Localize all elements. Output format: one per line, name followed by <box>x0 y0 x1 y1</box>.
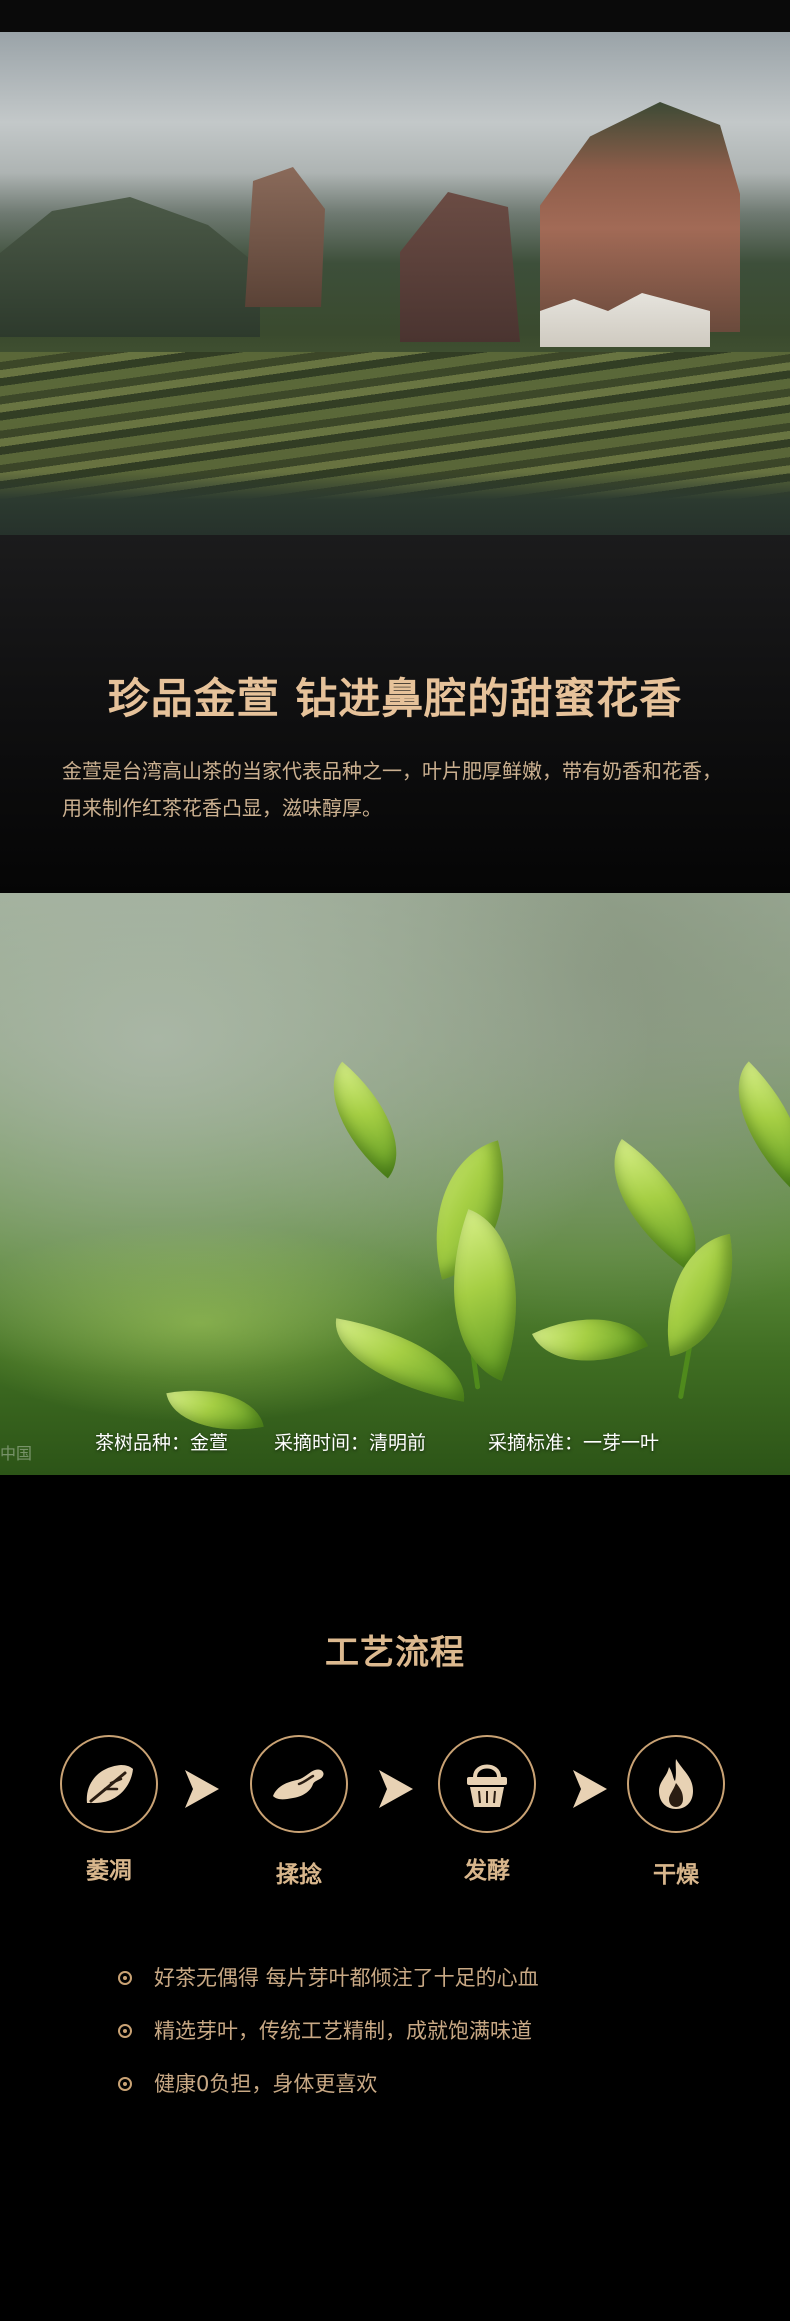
process-step-rolling: 揉捻 <box>250 1735 348 1888</box>
step-label: 萎凋 <box>86 1858 132 1884</box>
process-step-fermentation: 发酵 <box>438 1735 536 1884</box>
intro-headline: 珍品金萱 钻进鼻腔的甜蜜花香 <box>107 674 683 723</box>
process-section: 工艺流程 萎凋 揉捻 发酵 干燥 好茶无偶得 每片芽叶都倾注了十足的心血 精选芽… <box>0 1475 790 2321</box>
tea-info-caption: 茶树品种：金萱 采摘时间：清明前 采摘标准：一芽一叶 <box>0 1428 790 1458</box>
picking-time: 采摘时间：清明前 <box>274 1432 427 1454</box>
basket-icon <box>467 1764 507 1807</box>
bullet-dot-icon <box>118 1971 132 1985</box>
step-label: 发酵 <box>464 1858 510 1884</box>
process-step-withering: 萎凋 <box>60 1735 158 1884</box>
step-ring <box>250 1735 348 1833</box>
step-ring <box>60 1735 158 1833</box>
tea-mountain-landscape-image <box>0 32 790 535</box>
feature-text: 好茶无偶得 每片芽叶都倾注了十足的心血 <box>154 1966 539 1990</box>
intro-description: 金萱是台湾高山茶的当家代表品种之一，叶片肥厚鲜嫩，带有奶香和花香，用来制作红茶花… <box>62 759 722 820</box>
feature-text: 精选芽叶，传统工艺精制，成就饱满味道 <box>154 2019 532 2043</box>
bullet-dot-icon <box>118 2024 132 2038</box>
rock-peak <box>400 192 520 342</box>
step-label: 揉捻 <box>276 1862 322 1888</box>
intro-section: 珍品金萱 钻进鼻腔的甜蜜花香 金萱是台湾高山茶的当家代表品种之一，叶片肥厚鲜嫩，… <box>0 535 790 893</box>
step-ring <box>438 1735 536 1833</box>
tea-leaves-image <box>0 893 790 1475</box>
process-step-drying: 干燥 <box>627 1735 725 1888</box>
feature-text: 健康0负担，身体更喜欢 <box>154 2072 378 2096</box>
tea-variety: 茶树品种：金萱 <box>95 1432 229 1454</box>
step-label: 干燥 <box>653 1862 699 1888</box>
bokeh-blur <box>0 1223 460 1423</box>
leaf-icon <box>86 1765 133 1803</box>
bullet-dot-icon <box>118 2077 132 2091</box>
mountain-ridge <box>0 197 260 337</box>
foreground-shrubs <box>0 472 790 535</box>
top-bar <box>0 0 790 32</box>
process-title: 工艺流程 <box>325 1633 465 1673</box>
flame-icon <box>659 1759 693 1809</box>
rolling-hand-icon <box>273 1769 324 1800</box>
rock-peak <box>245 167 325 307</box>
picking-standard: 采摘标准：一芽一叶 <box>488 1432 660 1454</box>
step-ring <box>627 1735 725 1833</box>
